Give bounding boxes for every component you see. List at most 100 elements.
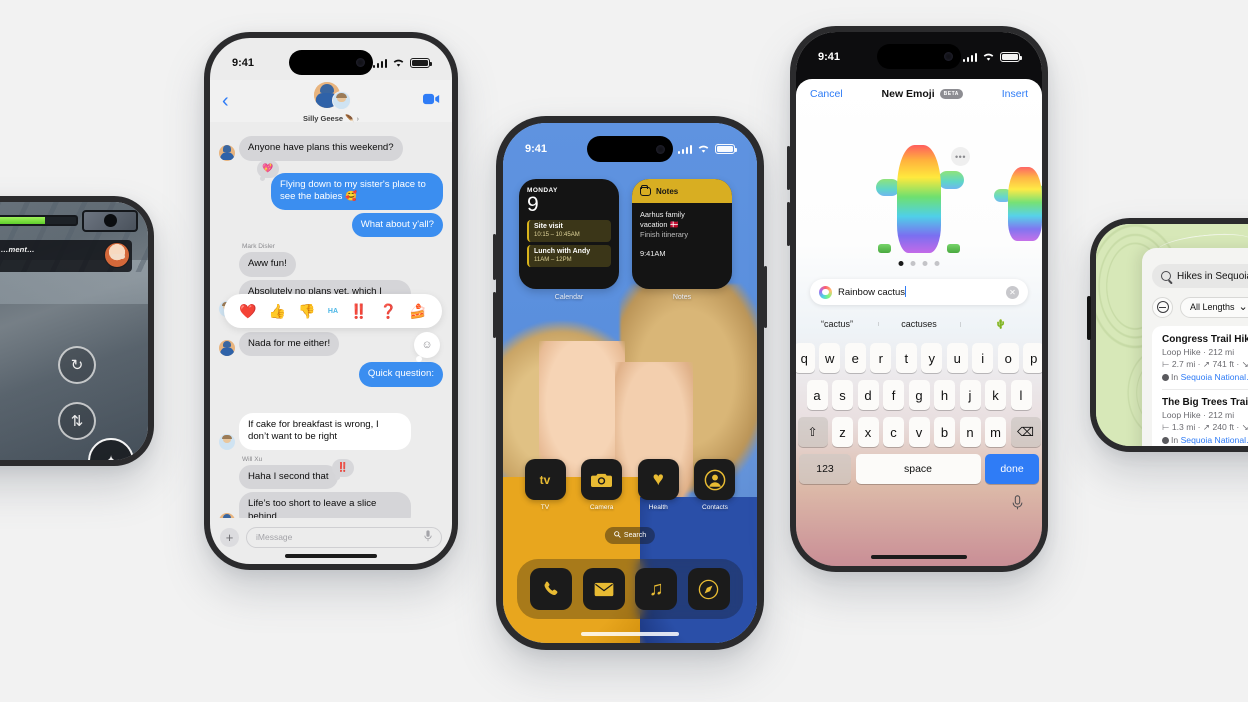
dictation-mic-icon[interactable] (1012, 495, 1023, 513)
key-j[interactable]: j (959, 380, 981, 410)
back-button[interactable]: ‹ (222, 91, 229, 111)
tapback-option-haha[interactable]: HA (328, 308, 338, 315)
page-dot[interactable] (934, 261, 940, 266)
tapback-option-cake[interactable]: 🍰 (409, 303, 426, 320)
list-item[interactable]: Congress Trail Hike Loop Hike · 212 mi ⊢… (1162, 334, 1248, 390)
done-key[interactable]: done (985, 454, 1039, 484)
key-g[interactable]: g (908, 380, 930, 410)
power-button[interactable] (764, 266, 767, 328)
page-dot[interactable] (898, 261, 904, 266)
tapback-picker[interactable]: ❤️ 👍 👎 HA ‼️ ❓ 🍰 (224, 294, 442, 328)
search-pill[interactable]: Search (604, 527, 656, 544)
key-c[interactable]: c (883, 417, 904, 447)
key-k[interactable]: k (985, 380, 1006, 410)
numbers-key[interactable]: 123 (799, 454, 851, 484)
safari-icon[interactable] (687, 568, 730, 610)
key-o[interactable]: o (997, 343, 1019, 373)
key-y[interactable]: y (921, 343, 943, 373)
key-p[interactable]: p (1023, 343, 1042, 373)
calendar-widget-card[interactable]: MONDAY 9 Site visit 10:15 – 10:45AM Lunc… (519, 179, 619, 289)
volume-up-button[interactable] (493, 234, 496, 280)
list-item[interactable]: The Big Trees Trail… Loop Hike · 212 mi … (1162, 397, 1248, 446)
key-m[interactable]: m (985, 417, 1006, 447)
key-v[interactable]: v (908, 417, 930, 447)
keyboard-row-3: ⇧ z x c v b n m ⌫ (797, 417, 1041, 447)
conversation-avatars[interactable] (308, 82, 354, 116)
maps-search-field[interactable]: Hikes in Sequoia (1152, 264, 1248, 288)
app-tv[interactable]: tv TV (523, 459, 567, 511)
key-f[interactable]: f (883, 380, 904, 410)
key-e[interactable]: e (844, 343, 866, 373)
volume-up-button[interactable] (787, 146, 790, 190)
page-dot[interactable] (910, 261, 916, 266)
calendar-event[interactable]: Lunch with Andy 11AM – 12PM (527, 245, 611, 267)
volume-down-button[interactable] (493, 292, 496, 338)
genmoji-prompt-input[interactable]: Rainbow cactus ✕ (810, 279, 1028, 305)
maps-results-sheet[interactable]: Hikes in Sequoia All Lengths ⌄ Congress … (1142, 248, 1248, 446)
imessage-input[interactable]: iMessage (246, 526, 442, 548)
map-style-chip[interactable] (1152, 296, 1173, 318)
tapback-option-thumbs-down[interactable]: 👎 (298, 303, 315, 320)
tapback-option-question[interactable]: ❓ (380, 303, 397, 320)
contacts-icon[interactable] (694, 459, 736, 500)
key-l[interactable]: l (1010, 380, 1032, 410)
notes-widget[interactable]: Notes Aarhus family vacation 🇩🇰 Finish i… (632, 179, 732, 301)
tapback-option-thumbs-up[interactable]: 👍 (269, 303, 286, 320)
key-d[interactable]: d (857, 380, 879, 410)
calendar-event[interactable]: Site visit 10:15 – 10:45AM (527, 220, 611, 242)
dash-button[interactable]: ↻ (58, 346, 96, 384)
mail-icon[interactable] (582, 568, 625, 610)
battery-icon (715, 144, 737, 154)
prediction-2[interactable]: cactuses (878, 319, 960, 329)
phone-icon[interactable] (530, 568, 573, 610)
space-key[interactable]: space (855, 454, 981, 484)
backspace-key[interactable]: ⌫ (1010, 417, 1041, 447)
more-options-icon[interactable]: ••• (951, 147, 970, 166)
notes-widget-card[interactable]: Notes Aarhus family vacation 🇩🇰 Finish i… (632, 179, 732, 289)
tapback-option-heart[interactable]: ❤️ (239, 303, 256, 320)
genmoji-variant-icon[interactable] (986, 159, 1042, 243)
video-call-icon[interactable] (423, 92, 440, 110)
swap-button[interactable]: ⇅ (58, 402, 96, 440)
key-u[interactable]: u (946, 343, 968, 373)
keyboard[interactable]: q w e r t y u i o p a s d f g h j k l ⇧ … (796, 337, 1042, 566)
shift-key[interactable]: ⇧ (797, 417, 828, 447)
key-i[interactable]: i (972, 343, 994, 373)
key-s[interactable]: s (832, 380, 853, 410)
key-a[interactable]: a (806, 380, 828, 410)
key-w[interactable]: w (819, 343, 841, 373)
app-health[interactable]: ♥ Health (636, 459, 680, 511)
prediction-3[interactable]: 🌵 (960, 319, 1042, 330)
key-b[interactable]: b (934, 417, 955, 447)
volume-button[interactable] (1087, 296, 1091, 340)
smiley-reaction-bubble[interactable]: ☺ (414, 332, 440, 362)
heart-icon[interactable]: ♥ (637, 459, 679, 500)
conversation-title[interactable]: Silly Geese 🪶 › (210, 114, 452, 123)
mic-icon[interactable] (424, 530, 432, 544)
message-composer[interactable]: + iMessage (210, 522, 452, 552)
key-t[interactable]: t (895, 343, 917, 373)
key-z[interactable]: z (832, 417, 853, 447)
volume-down-button[interactable] (787, 202, 790, 246)
tapback-option-exclamation[interactable]: ‼️ (350, 303, 367, 320)
attach-plus-button[interactable]: + (220, 527, 239, 547)
prediction-1[interactable]: “cactus” (796, 319, 878, 329)
clear-icon[interactable]: ✕ (1006, 285, 1019, 299)
calendar-widget[interactable]: MONDAY 9 Site visit 10:15 – 10:45AM Lunc… (519, 179, 619, 301)
music-icon[interactable]: ♫ (635, 568, 678, 610)
genmoji-carousel[interactable]: ••• (796, 119, 1042, 279)
app-contacts[interactable]: Contacts (693, 459, 737, 511)
cancel-button[interactable]: Cancel (810, 88, 843, 100)
key-r[interactable]: r (870, 343, 892, 373)
page-dot[interactable] (922, 261, 928, 266)
camera-icon[interactable] (581, 459, 623, 500)
app-camera[interactable]: Camera (580, 459, 624, 511)
insert-button[interactable]: Insert (1002, 88, 1028, 100)
key-h[interactable]: h (934, 380, 955, 410)
maps-result-list[interactable]: Congress Trail Hike Loop Hike · 212 mi ⊢… (1152, 326, 1248, 446)
tv-icon[interactable]: tv (524, 459, 566, 500)
key-n[interactable]: n (959, 417, 981, 447)
key-x[interactable]: x (857, 417, 879, 447)
key-q[interactable]: q (796, 343, 815, 373)
all-lengths-chip[interactable]: All Lengths ⌄ (1180, 296, 1248, 318)
